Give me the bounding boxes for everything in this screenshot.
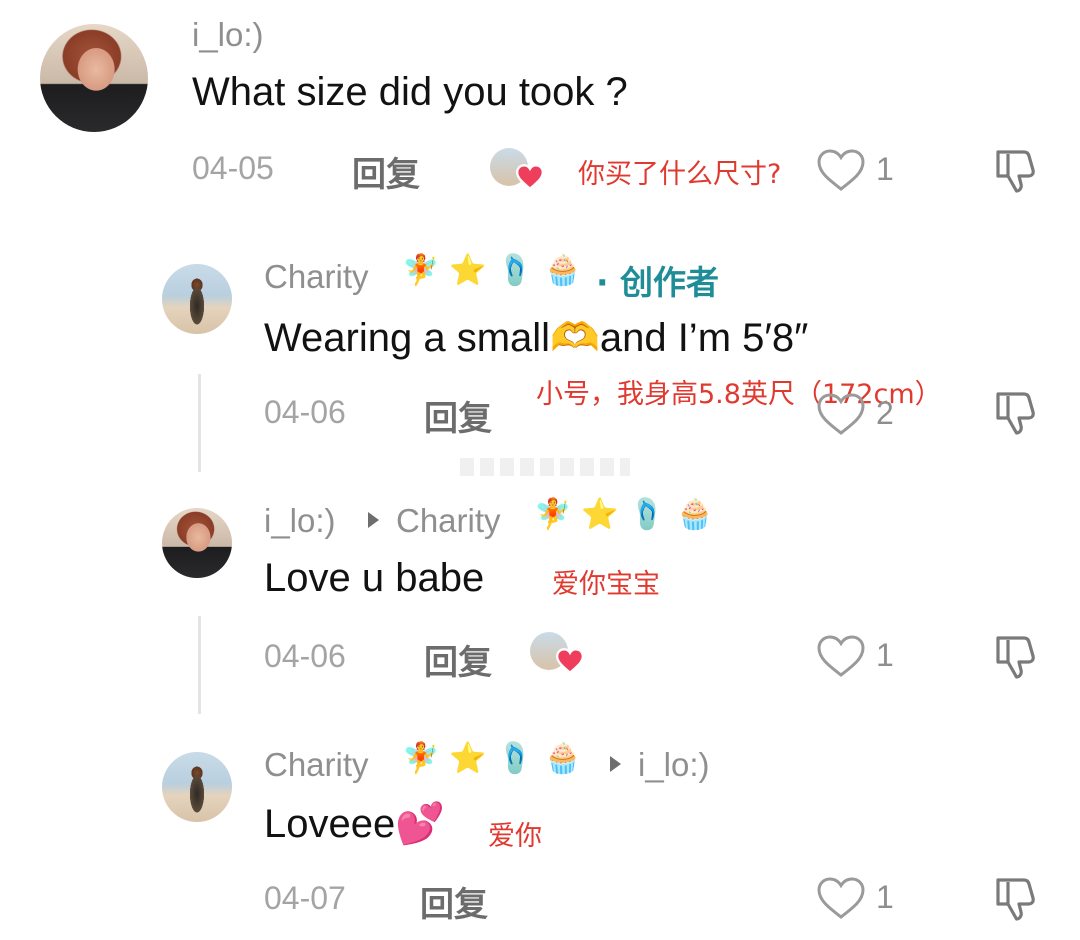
cupcake-emoji: 🧁 (544, 741, 582, 776)
avatar-ilo[interactable] (40, 24, 148, 132)
comment-2-text: Wearing a small🫶and I’m 5′8″ (264, 316, 809, 360)
heart-filled-icon (556, 648, 584, 674)
star-emoji: ⭐ (581, 497, 619, 532)
reply-arrow-icon (368, 512, 379, 528)
comment-1-date: 04-05 (192, 150, 274, 186)
fairy-emoji: 🧚 (402, 741, 440, 776)
flip-flop-emoji: 🩴 (628, 497, 667, 532)
thread-line (198, 616, 201, 714)
comment-1-reply-button[interactable]: 回复 (352, 147, 420, 196)
like-heart-icon[interactable] (816, 148, 866, 192)
comment-2-username[interactable]: Charity (264, 258, 369, 296)
like-heart-icon[interactable] (816, 392, 866, 436)
comment-1-translation: 你买了什么尺寸? (578, 159, 782, 190)
comment-4-like-count: 1 (876, 879, 894, 915)
comment-2-like-count: 2 (876, 395, 894, 431)
comment-3-date: 04-06 (264, 638, 346, 674)
comment-3-username[interactable]: i_lo:) (264, 502, 336, 540)
heart-filled-icon (516, 164, 544, 190)
cupcake-emoji: 🧁 (544, 253, 582, 288)
comment-3-reply-to-emojis: 🧚 ⭐ 🩴 🧁 (534, 500, 713, 530)
avatar-charity[interactable] (162, 264, 232, 334)
like-heart-icon[interactable] (816, 876, 866, 920)
dislike-icon[interactable] (990, 388, 1040, 436)
comment-4-user-emojis: 🧚 ⭐ 🩴 🧁 (402, 744, 581, 774)
dislike-icon[interactable] (990, 146, 1040, 194)
comment-thread: i_lo:) What size did you took ? 04-05 回复… (0, 0, 1080, 940)
comment-2-date: 04-06 (264, 394, 346, 430)
flip-flop-emoji: 🩴 (496, 741, 535, 776)
comment-2-reply-button[interactable]: 回复 (424, 391, 492, 440)
comment-1-text: What size did you took ? (192, 70, 628, 114)
star-emoji: ⭐ (449, 253, 487, 288)
expand-replies-placeholder[interactable] (460, 458, 630, 476)
comment-3-reply-button[interactable]: 回复 (424, 635, 492, 684)
dislike-icon[interactable] (990, 874, 1040, 922)
comment-4-text: Loveee💕 (264, 802, 446, 846)
comment-4-username[interactable]: Charity (264, 746, 369, 784)
comment-1-username[interactable]: i_lo:) (192, 16, 264, 54)
fairy-emoji: 🧚 (534, 497, 572, 532)
comment-1-like-count: 1 (876, 151, 894, 187)
reply-arrow-icon (610, 756, 621, 772)
avatar-ilo[interactable] (162, 508, 232, 578)
cupcake-emoji: 🧁 (676, 497, 714, 532)
comment-4-date: 04-07 (264, 880, 346, 916)
comment-4-reply-to[interactable]: i_lo:) (638, 746, 710, 784)
fairy-emoji: 🧚 (402, 253, 440, 288)
thread-line (198, 374, 201, 472)
comment-3-reply-to[interactable]: Charity (396, 502, 501, 540)
comment-3-like-count: 1 (876, 637, 894, 673)
avatar-charity[interactable] (162, 752, 232, 822)
comment-3-translation: 爱你宝宝 (552, 569, 660, 600)
star-emoji: ⭐ (449, 741, 487, 776)
creator-badge: · 创作者 (596, 263, 720, 302)
comment-4-reply-button[interactable]: 回复 (420, 877, 488, 926)
dislike-icon[interactable] (990, 632, 1040, 680)
like-heart-icon[interactable] (816, 634, 866, 678)
flip-flop-emoji: 🩴 (496, 253, 535, 288)
comment-4-translation: 爱你 (488, 821, 542, 852)
comment-3-text: Love u babe (264, 556, 485, 600)
comment-2-user-emojis: 🧚 ⭐ 🩴 🧁 (402, 256, 581, 286)
